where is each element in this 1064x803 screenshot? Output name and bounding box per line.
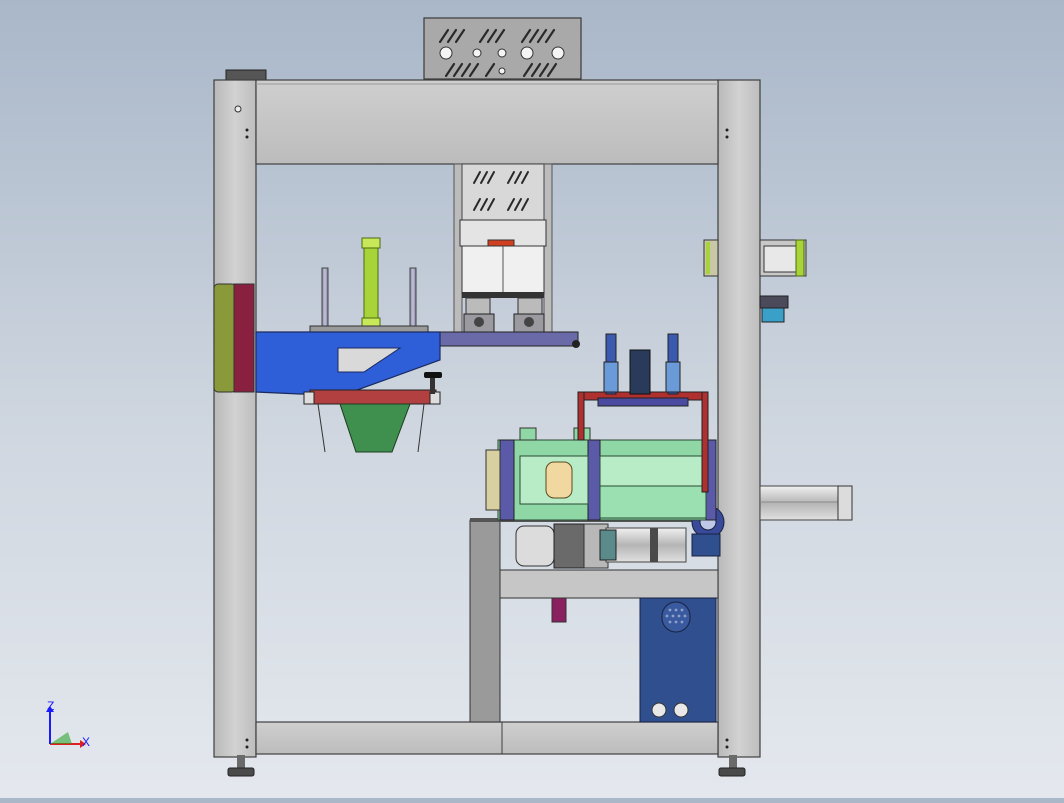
vertical-carriage[interactable] bbox=[453, 163, 553, 335]
purple-plate bbox=[597, 397, 689, 407]
olive-pad bbox=[213, 283, 237, 393]
top-beam[interactable] bbox=[255, 79, 719, 165]
green-hopper bbox=[339, 403, 411, 453]
maroon-pad bbox=[233, 283, 255, 393]
x-axis-label: X bbox=[82, 735, 91, 749]
left-column[interactable] bbox=[213, 79, 257, 758]
top-vent-plate[interactable] bbox=[423, 17, 582, 80]
gripper-pads bbox=[463, 297, 545, 333]
stand-leg bbox=[469, 519, 501, 723]
arm-slide-rail bbox=[439, 331, 579, 347]
forming-unit[interactable] bbox=[469, 333, 725, 723]
right-column[interactable] bbox=[717, 79, 761, 758]
z-axis-label: Z bbox=[47, 699, 55, 713]
leveling-feet bbox=[227, 755, 746, 777]
horizontal-push-cylinder[interactable] bbox=[759, 485, 853, 521]
cad-graphics-area[interactable]: Z X bbox=[0, 0, 1064, 798]
bottom-beam[interactable] bbox=[255, 721, 719, 755]
lime-cylinder bbox=[363, 237, 379, 325]
coordinate-triad: Z X bbox=[40, 698, 100, 758]
machine-model[interactable] bbox=[0, 0, 1064, 798]
